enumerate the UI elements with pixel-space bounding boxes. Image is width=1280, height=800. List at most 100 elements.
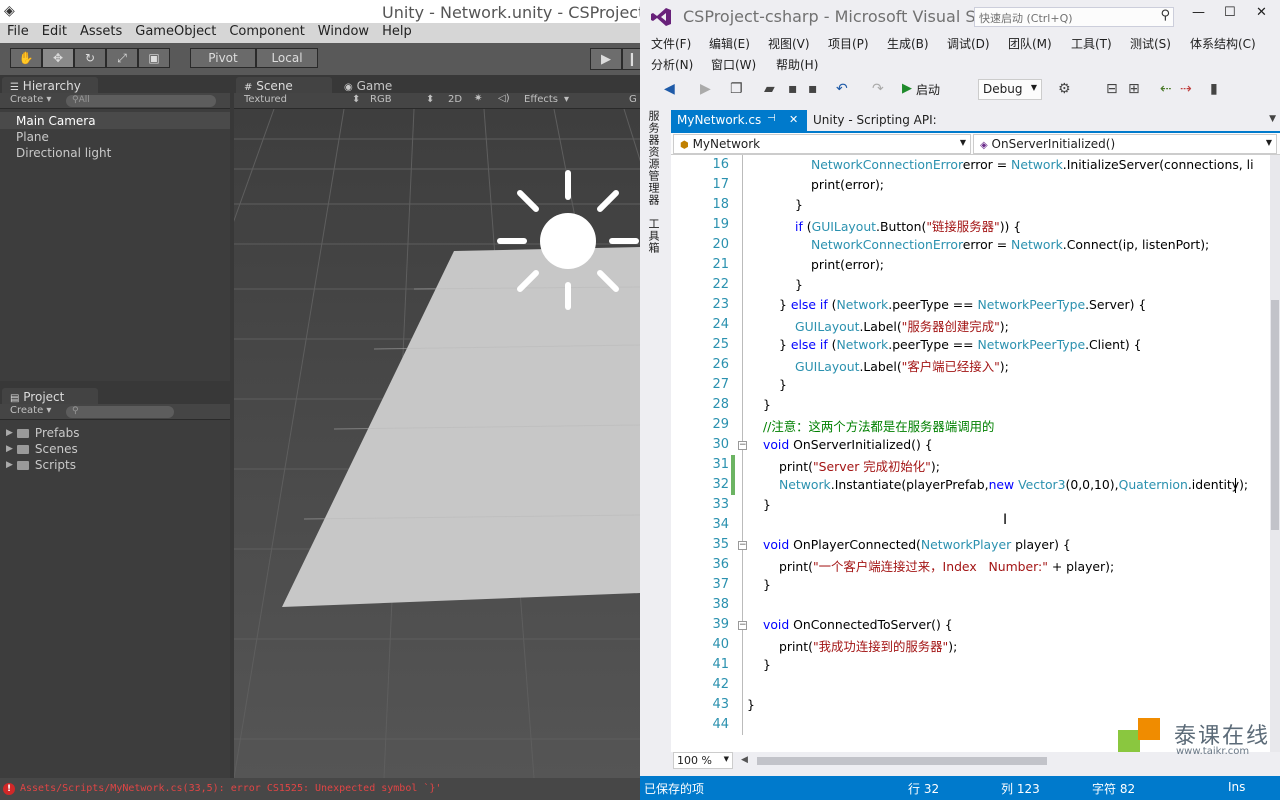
menu-window[interactable]: Window <box>311 23 375 43</box>
collapse-icon[interactable]: − <box>738 621 747 630</box>
vertical-scrollbar[interactable] <box>1270 155 1280 752</box>
rect-tool-button[interactable]: ▣ <box>138 48 170 68</box>
project-folder-item[interactable]: ▶ Prefabs <box>6 426 79 440</box>
redo-icon[interactable]: ↷ <box>872 81 884 97</box>
member-dropdown[interactable]: ◈ OnServerInitialized() ▼ <box>973 134 1277 154</box>
pivot-toggle[interactable]: Pivot <box>190 48 256 68</box>
code-editor[interactable]: 16 NetworkConnectionErrorerror = Network.… <box>671 155 1270 752</box>
code-line[interactable]: } <box>763 657 771 672</box>
tab-unity-scripting-api[interactable]: Unity - Scripting API: <box>807 110 943 132</box>
bookmark-prev-icon[interactable]: ⇠ <box>1160 81 1172 97</box>
code-line[interactable]: } <box>763 397 771 412</box>
hierarchy-item[interactable]: Main Camera <box>16 114 96 128</box>
effects-dropdown[interactable]: Effects <box>524 94 558 105</box>
code-line[interactable]: print("Server 完成初始化"); <box>779 457 940 475</box>
hierarchy-item[interactable]: Directional light <box>16 146 111 160</box>
server-explorer-tab[interactable]: 服务器资源管理器 <box>645 110 661 206</box>
quick-launch-input[interactable]: 快速启动 (Ctrl+Q) ⚲ <box>974 7 1174 27</box>
class-dropdown[interactable]: ⬢ MyNetwork ▼ <box>673 134 971 154</box>
maximize-icon[interactable]: ☐ <box>1224 5 1236 20</box>
scene-audio-toggle-icon[interactable]: ◁) <box>498 93 510 104</box>
undo-icon[interactable]: ↶ <box>836 81 848 97</box>
menu-edit[interactable]: Edit <box>35 23 73 43</box>
code-line[interactable]: void OnPlayerConnected(NetworkPlayer pla… <box>763 537 1071 552</box>
menu-team-cn[interactable]: 团队(M) <box>1008 35 1052 52</box>
scale-tool-button[interactable]: ⤢ <box>106 48 138 68</box>
code-line[interactable]: print("我成功连接到的服务器"); <box>779 637 957 655</box>
menu-gameobject[interactable]: GameObject <box>128 23 222 43</box>
menu-test-cn[interactable]: 测试(S) <box>1130 35 1171 52</box>
2d-toggle[interactable]: 2D <box>448 94 462 105</box>
code-line[interactable]: GUILayout.Label("客户端已经接入"); <box>795 357 1009 375</box>
menu-help[interactable]: Help <box>375 23 418 43</box>
attach-icon[interactable]: ⚙ <box>1058 81 1071 97</box>
tab-mynetwork-cs[interactable]: MyNetwork.cs ⊣ ✕ <box>671 110 807 132</box>
bookmark-clear-icon[interactable]: ⇢ <box>1180 81 1192 97</box>
horizontal-scrollbar-thumb[interactable] <box>757 757 1047 765</box>
code-line[interactable]: print("一个客户端连接过来，Index Number:" + player… <box>779 557 1114 575</box>
menu-component[interactable]: Component <box>222 23 310 43</box>
code-line[interactable]: } <box>795 197 803 212</box>
solution-explorer-icon[interactable]: ⊟ <box>1106 81 1118 97</box>
new-project-icon[interactable]: ❐ <box>730 81 743 97</box>
shading-mode-dropdown[interactable]: Textured <box>244 94 287 105</box>
menu-debug-cn[interactable]: 调试(D) <box>947 35 990 52</box>
menu-analyze-cn[interactable]: 分析(N) <box>651 56 693 73</box>
code-line[interactable]: void OnServerInitialized() { <box>763 437 933 452</box>
code-line[interactable]: } <box>747 697 755 712</box>
project-folder-item[interactable]: ▶ Scripts <box>6 458 76 472</box>
scrollbar-thumb[interactable] <box>1271 300 1279 530</box>
directional-light-gizmo-icon[interactable] <box>497 170 639 310</box>
collapse-icon[interactable]: − <box>738 541 747 550</box>
project-search-input[interactable]: ⚲ <box>66 406 174 418</box>
code-line[interactable]: print(error); <box>811 257 884 272</box>
render-mode-dropdown[interactable]: RGB <box>370 94 392 105</box>
menu-tools-cn[interactable]: 工具(T) <box>1071 35 1112 52</box>
pin-icon[interactable]: ⊣ <box>767 113 776 124</box>
menu-view-cn[interactable]: 视图(V) <box>768 35 810 52</box>
menu-edit-cn[interactable]: 编辑(E) <box>709 35 750 52</box>
scene-lighting-toggle-icon[interactable]: ✷ <box>474 93 482 104</box>
code-line[interactable]: void OnConnectedToServer() { <box>763 617 953 632</box>
console-error-message[interactable]: Assets/Scripts/MyNetwork.cs(33,5): error… <box>20 783 441 794</box>
project-create-button[interactable]: Create ▾ <box>10 405 51 416</box>
code-line[interactable]: } <box>763 497 771 512</box>
hand-tool-button[interactable]: ✋ <box>10 48 42 68</box>
scroll-left-icon[interactable]: ◀ <box>741 755 748 765</box>
menu-help-cn[interactable]: 帮助(H) <box>776 56 818 73</box>
menu-window-cn[interactable]: 窗口(W) <box>711 56 756 73</box>
hierarchy-item[interactable]: Plane <box>16 130 49 144</box>
navigate-forward-icon[interactable]: ▶ <box>700 81 711 97</box>
minimize-icon[interactable]: — <box>1192 5 1205 20</box>
hierarchy-search-input[interactable]: ⚲All <box>66 95 216 107</box>
code-line[interactable]: //注意：这两个方法都是在服务器端调用的 <box>763 417 994 435</box>
code-line[interactable]: GUILayout.Label("服务器创建完成"); <box>795 317 1009 335</box>
save-all-icon[interactable]: ▪ <box>808 81 818 97</box>
code-line[interactable]: } else if (Network.peerType == NetworkPe… <box>779 337 1142 352</box>
close-window-icon[interactable]: ✕ <box>1256 5 1267 20</box>
code-line[interactable]: Network.Instantiate(playerPrefab,new Vec… <box>779 477 1248 492</box>
toolbox-tab[interactable]: 工具箱 <box>645 218 661 254</box>
code-line[interactable]: print(error); <box>811 177 884 192</box>
menu-file[interactable]: File <box>0 23 35 43</box>
move-tool-button[interactable]: ✥ <box>42 48 74 68</box>
play-button[interactable]: ▶ <box>590 48 622 70</box>
tab-overflow-icon[interactable]: ▼ <box>1269 114 1276 124</box>
code-line[interactable]: NetworkConnectionErrorerror = Network.In… <box>811 157 1254 172</box>
code-line[interactable]: } <box>779 377 787 392</box>
code-line[interactable]: if (GUILayout.Button("链接服务器")) { <box>795 217 1021 235</box>
scene-view[interactable] <box>234 109 640 778</box>
collapse-icon[interactable]: − <box>738 441 747 450</box>
menu-architecture-cn[interactable]: 体系结构(C) <box>1190 35 1256 52</box>
navigate-back-icon[interactable]: ◀ <box>664 81 675 97</box>
pause-button[interactable]: ❙ <box>622 48 642 70</box>
rotate-tool-button[interactable]: ↻ <box>74 48 106 68</box>
menu-project-cn[interactable]: 项目(P) <box>828 35 869 52</box>
close-tab-icon[interactable]: ✕ <box>789 113 798 126</box>
bookmark-icon[interactable]: ▮ <box>1210 81 1218 97</box>
menu-assets[interactable]: Assets <box>73 23 128 43</box>
gizmos-dropdown[interactable]: G <box>629 94 637 105</box>
solution-config-dropdown[interactable]: Debug ▼ <box>978 79 1042 100</box>
save-icon[interactable]: ▪ <box>788 81 798 97</box>
code-line[interactable]: NetworkConnectionErrorerror = Network.Co… <box>811 237 1209 252</box>
